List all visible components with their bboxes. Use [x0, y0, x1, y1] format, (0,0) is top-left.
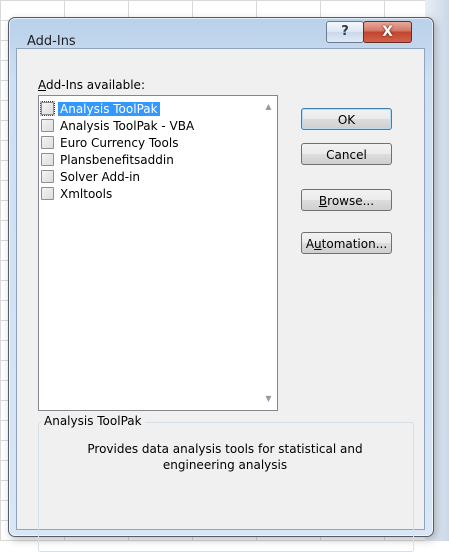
- checkbox-analysis-toolpak[interactable]: [40, 101, 55, 116]
- ok-button-label: OK: [337, 113, 356, 127]
- checkbox-euro-currency-tools[interactable]: [41, 136, 54, 149]
- list-item[interactable]: Euro Currency Tools: [41, 134, 261, 151]
- list-item-label: Analysis ToolPak: [58, 101, 160, 116]
- add-ins-available-text: dd-Ins available:: [46, 78, 145, 92]
- browse-button-label: rowse...: [327, 194, 375, 208]
- dialog-title: Add-Ins: [27, 34, 76, 49]
- close-icon: X: [382, 24, 393, 40]
- checkbox-plansbenefitsaddin[interactable]: [41, 153, 54, 166]
- cancel-button-label: Cancel: [326, 148, 367, 162]
- list-item-label: Plansbenefitsaddin: [60, 152, 174, 167]
- description-title: Analysis ToolPak: [41, 414, 145, 428]
- dialog-client-area: Add-Ins available: Analysis ToolPak Anal…: [16, 48, 425, 552]
- add-ins-available-label: Add-Ins available:: [38, 78, 145, 92]
- automation-prefix: A: [305, 237, 315, 251]
- automation-mnemonic: u: [314, 237, 322, 251]
- checkbox-analysis-toolpak-vba[interactable]: [41, 119, 54, 132]
- automation-button[interactable]: Automation...: [301, 232, 392, 254]
- add-ins-listbox[interactable]: Analysis ToolPak Analysis ToolPak - VBA …: [38, 95, 278, 411]
- scroll-down-icon[interactable]: ▼: [260, 390, 277, 407]
- ok-button[interactable]: OK: [301, 108, 392, 130]
- list-item[interactable]: Xmltools: [41, 185, 261, 202]
- scroll-up-icon[interactable]: ▲: [260, 98, 277, 115]
- close-button[interactable]: X: [363, 21, 412, 43]
- list-item-label: Euro Currency Tools: [60, 135, 179, 150]
- list-item-label: Xmltools: [60, 186, 113, 201]
- help-icon: ?: [341, 24, 349, 39]
- list-item[interactable]: Analysis ToolPak: [40, 100, 261, 117]
- list-item[interactable]: Plansbenefitsaddin: [41, 151, 261, 168]
- list-item[interactable]: Solver Add-in: [41, 168, 261, 185]
- checkbox-solver-add-in[interactable]: [41, 170, 54, 183]
- add-ins-dialog: Add-Ins ? X Add-Ins available: Analysis …: [8, 17, 434, 552]
- list-item-label: Solver Add-in: [60, 169, 141, 184]
- browse-mnemonic: B: [318, 194, 328, 208]
- browse-button[interactable]: Browse...: [301, 189, 392, 211]
- list-item[interactable]: Analysis ToolPak - VBA: [41, 117, 261, 134]
- description-text: Provides data analysis tools for statist…: [87, 442, 363, 472]
- automation-button-label: tomation...: [321, 237, 388, 251]
- add-ins-available-mnemonic: A: [38, 78, 46, 92]
- cancel-button[interactable]: Cancel: [301, 143, 392, 165]
- help-button[interactable]: ?: [326, 21, 364, 43]
- checkbox-xmltools[interactable]: [41, 187, 54, 200]
- list-scrollbar[interactable]: ▲ ▼: [260, 96, 277, 410]
- list-item-label: Analysis ToolPak - VBA: [60, 118, 195, 133]
